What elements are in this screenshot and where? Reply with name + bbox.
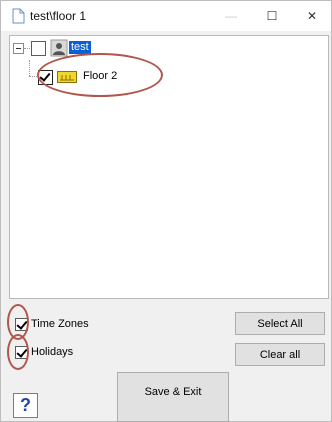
- select-all-button[interactable]: Select All: [235, 312, 325, 335]
- minimize-icon: —: [225, 9, 237, 23]
- window-title: test\floor 1: [30, 9, 87, 23]
- help-button[interactable]: ?: [13, 393, 38, 418]
- user-icon: [50, 39, 68, 57]
- location-tree[interactable]: test Floor 2: [9, 35, 329, 299]
- tree-connector: [29, 60, 30, 76]
- tree-connector: [24, 48, 30, 49]
- tree-connector: [29, 76, 37, 77]
- title-bar: test\floor 1 — ☐ ✕: [1, 1, 331, 31]
- document-icon: [12, 8, 25, 24]
- save-exit-button[interactable]: Save & Exit: [117, 372, 229, 422]
- close-button[interactable]: ✕: [292, 1, 332, 31]
- maximize-button[interactable]: ☐: [252, 1, 292, 31]
- maximize-icon: ☐: [266, 9, 278, 23]
- close-icon: ✕: [306, 9, 318, 23]
- highlight-annotation: [37, 53, 163, 97]
- dialog-window: test\floor 1 — ☐ ✕ test Floor 2 Time Zon…: [0, 0, 332, 422]
- holidays-label: Holidays: [31, 346, 74, 358]
- tree-root-label[interactable]: test: [69, 41, 91, 54]
- highlight-annotation: [7, 334, 29, 370]
- minimize-button[interactable]: —: [211, 1, 251, 31]
- collapse-toggle-icon[interactable]: [13, 43, 24, 54]
- tree-root-checkbox[interactable]: [31, 41, 46, 56]
- time-zones-label: Time Zones: [31, 318, 89, 330]
- help-icon: ?: [20, 395, 31, 415]
- clear-all-button[interactable]: Clear all: [235, 343, 325, 366]
